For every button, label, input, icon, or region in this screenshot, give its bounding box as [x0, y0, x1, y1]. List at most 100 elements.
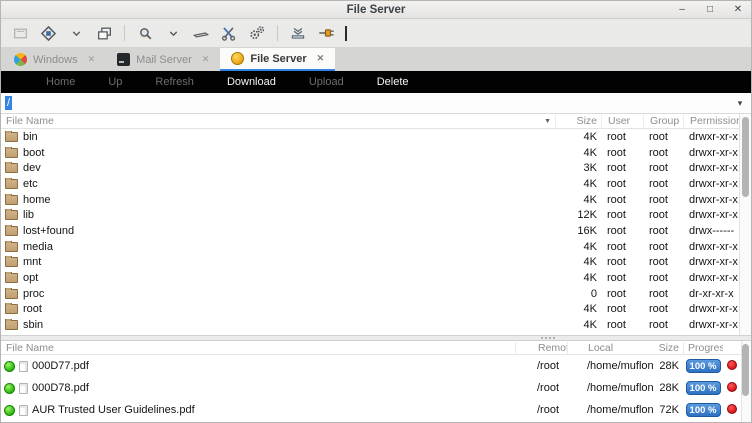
- column-header-permission[interactable]: Permission: [683, 115, 739, 127]
- column-header-file-name[interactable]: File Name ▼: [1, 115, 555, 127]
- file-row[interactable]: media4Krootrootdrwxr-xr-x: [1, 239, 739, 255]
- transfer-row[interactable]: AUR Trusted User Guidelines.pdf/root/hom…: [1, 399, 741, 421]
- column-header-transfer-file-name[interactable]: File Name: [1, 342, 515, 354]
- fit-window-icon[interactable]: [37, 22, 59, 44]
- command-delete-button[interactable]: Delete: [377, 76, 409, 88]
- close-button[interactable]: ✕: [731, 5, 745, 15]
- folder-icon: [5, 132, 18, 142]
- sort-descending-icon: ▼: [544, 118, 555, 125]
- file-group: root: [643, 194, 683, 206]
- stop-transfer-button[interactable]: [727, 360, 737, 370]
- file-permission: drwxr-xr-x: [683, 303, 739, 315]
- status-complete-icon: [4, 405, 15, 416]
- transfer-list-header: File Name Remote Local Size Progress: [1, 341, 741, 355]
- column-header-local[interactable]: Local: [567, 342, 653, 354]
- file-row[interactable]: lost+found16Krootrootdrwx------: [1, 223, 739, 239]
- transfer-list-scrollbar[interactable]: [741, 341, 751, 422]
- transfer-actions-cell: [723, 404, 741, 417]
- file-size: 4K: [555, 272, 601, 284]
- command-refresh-button[interactable]: Refresh: [155, 76, 194, 88]
- chevron-down-icon[interactable]: [162, 22, 184, 44]
- file-name: etc: [23, 178, 38, 190]
- file-name: proc: [23, 288, 44, 300]
- zoom-icon[interactable]: [134, 22, 156, 44]
- command-home-button[interactable]: Home: [46, 76, 75, 88]
- file-group: root: [643, 288, 683, 300]
- tools-icon[interactable]: [218, 22, 240, 44]
- scrollbar-thumb[interactable]: [742, 117, 749, 197]
- transfer-row[interactable]: 000D77.pdf/root/home/muflone28K100 %: [1, 355, 741, 377]
- file-size: 4K: [555, 256, 601, 268]
- transfer-remote-path: /root: [515, 360, 567, 372]
- file-size: 4K: [555, 319, 601, 331]
- duplicate-connection-icon[interactable]: [93, 22, 115, 44]
- file-user: root: [601, 194, 643, 206]
- file-row[interactable]: lib12Krootrootdrwxr-xr-x: [1, 207, 739, 223]
- file-permission: drwxr-xr-x: [683, 131, 739, 143]
- column-header-size[interactable]: Size: [555, 115, 601, 127]
- chevron-down-icon[interactable]: [65, 22, 87, 44]
- screenshot-icon[interactable]: [287, 22, 309, 44]
- file-name-cell: bin: [1, 131, 555, 143]
- column-header-progress[interactable]: Progress: [683, 342, 723, 354]
- remote-connection-window: File Server – □ ✕: [0, 0, 752, 423]
- file-user: root: [601, 241, 643, 253]
- file-size: 12K: [555, 209, 601, 221]
- file-user: root: [601, 147, 643, 159]
- file-row[interactable]: etc4Krootrootdrwxr-xr-x: [1, 176, 739, 192]
- command-up-button[interactable]: Up: [108, 76, 122, 88]
- column-header-group[interactable]: Group: [643, 115, 683, 127]
- file-permission: drwx------: [683, 225, 739, 237]
- tab-mail-server[interactable]: Mail Server ✕: [106, 48, 220, 71]
- tab-close-icon[interactable]: ✕: [317, 53, 325, 64]
- file-name-cell: etc: [1, 178, 555, 190]
- preferences-gears-icon[interactable]: [246, 22, 268, 44]
- file-name: root: [23, 303, 42, 315]
- transfer-progress-cell: 100 %: [683, 381, 723, 395]
- folder-icon: [5, 226, 18, 236]
- toolbar: [1, 19, 751, 48]
- file-name-cell: proc: [1, 288, 555, 300]
- folder-icon: [5, 304, 18, 314]
- path-value: /: [5, 96, 12, 110]
- file-list-scrollbar[interactable]: [739, 114, 751, 335]
- file-row[interactable]: root4Krootrootdrwxr-xr-x: [1, 302, 739, 318]
- maximize-button[interactable]: □: [703, 5, 717, 15]
- file-row[interactable]: home4Krootrootdrwxr-xr-x: [1, 192, 739, 208]
- scrollbar-thumb[interactable]: [742, 344, 749, 396]
- tab-file-server[interactable]: File Server ✕: [220, 48, 335, 71]
- keyboard-grab-icon[interactable]: [190, 22, 212, 44]
- file-name: media: [23, 241, 53, 253]
- transfer-row[interactable]: 000D78.pdf/root/home/muflone28K100 %: [1, 377, 741, 399]
- file-name: mnt: [23, 256, 41, 268]
- fullscreen-icon[interactable]: [9, 22, 31, 44]
- transfer-size: 28K: [653, 382, 683, 394]
- column-header-user[interactable]: User: [601, 115, 643, 127]
- file-row[interactable]: boot4Krootrootdrwxr-xr-x: [1, 145, 739, 161]
- command-upload-button[interactable]: Upload: [309, 76, 344, 88]
- disconnect-plug-icon[interactable]: [315, 22, 337, 44]
- chevron-down-icon: ▾: [738, 98, 743, 109]
- file-size: 4K: [555, 131, 601, 143]
- column-header-transfer-size[interactable]: Size: [653, 342, 683, 354]
- transfer-remote-path: /root: [515, 404, 567, 416]
- stop-transfer-button[interactable]: [727, 382, 737, 392]
- file-name: home: [23, 194, 51, 206]
- path-dropdown-button[interactable]: ▾: [729, 93, 751, 113]
- tab-close-icon[interactable]: ✕: [88, 54, 96, 65]
- tab-windows[interactable]: Windows ✕: [3, 48, 106, 71]
- file-row[interactable]: sbin4Krootrootdrwxr-xr-x: [1, 317, 739, 333]
- file-row[interactable]: opt4Krootrootdrwxr-xr-x: [1, 270, 739, 286]
- file-list-body: bin4Krootrootdrwxr-xr-xboot4Krootrootdrw…: [1, 129, 751, 335]
- file-row[interactable]: mnt4Krootrootdrwxr-xr-x: [1, 255, 739, 271]
- file-row[interactable]: bin4Krootrootdrwxr-xr-x: [1, 129, 739, 145]
- column-header-remote[interactable]: Remote: [515, 342, 567, 354]
- minimize-button[interactable]: –: [675, 5, 689, 15]
- file-row[interactable]: dev3Krootrootdrwxr-xr-x: [1, 160, 739, 176]
- path-input[interactable]: /: [1, 93, 729, 113]
- file-row[interactable]: proc0rootrootdr-xr-xr-x: [1, 286, 739, 302]
- tab-close-icon[interactable]: ✕: [202, 54, 210, 65]
- command-download-button[interactable]: Download: [227, 76, 276, 88]
- stop-transfer-button[interactable]: [727, 404, 737, 414]
- file-name-cell: dev: [1, 162, 555, 174]
